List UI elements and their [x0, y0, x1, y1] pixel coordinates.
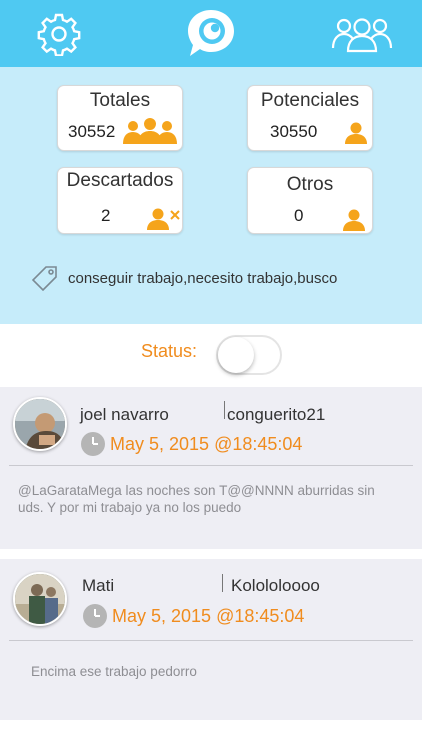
handle-separator	[224, 401, 225, 419]
user-removed-icon	[147, 208, 180, 230]
gear-icon	[37, 13, 81, 56]
card-title: Totales	[89, 90, 151, 111]
status-label: Status:	[141, 341, 198, 361]
avatar	[13, 397, 67, 451]
status-row: Status:	[0, 324, 422, 387]
card-totales[interactable]: Totales 30552	[57, 85, 183, 151]
author-handle[interactable]: Kolololoooo	[231, 576, 320, 596]
avatar	[13, 572, 67, 626]
users-button[interactable]	[330, 13, 394, 53]
top-bar	[0, 0, 422, 67]
handle-separator	[222, 574, 223, 592]
card-value: 0	[294, 206, 304, 225]
card-value: 2	[101, 206, 111, 225]
card-descartados[interactable]: Descartados 2	[57, 167, 183, 234]
author-handle[interactable]: conguerito21	[227, 405, 325, 425]
settings-button[interactable]	[36, 11, 82, 57]
keywords-row[interactable]: conseguir trabajo,necesito trabajo,busco	[32, 263, 402, 293]
card-potenciales[interactable]: Potenciales 30550	[247, 85, 373, 151]
divider	[9, 465, 413, 466]
chat-bubble-eye-logo	[188, 10, 234, 56]
keywords-text: conseguir trabajo,necesito trabajo,busco	[68, 269, 338, 287]
card-value: 30550	[270, 122, 318, 141]
tweet-feed: joel navarro conguerito21 May 5, 2015 @1…	[0, 387, 422, 750]
card-title: Descartados	[66, 170, 174, 191]
tweet-date: May 5, 2015 @18:45:04	[110, 434, 303, 454]
tweet-text: Encima ese trabajo pedorro	[31, 664, 197, 679]
tag-icon	[32, 266, 57, 291]
author-name: joel navarro	[80, 405, 169, 424]
clock-icon	[81, 432, 105, 456]
card-otros[interactable]: Otros 0	[247, 167, 373, 234]
list-item[interactable]: joel navarro conguerito21 May 5, 2015 @1…	[0, 387, 422, 549]
users-group-icon	[123, 118, 177, 144]
stats-panel: Totales 30552 Potenciales 30550 Descarta…	[0, 67, 422, 324]
app-logo	[185, 8, 237, 58]
card-title: Otros	[286, 174, 334, 195]
clock-icon	[83, 604, 107, 628]
card-value: 30552	[68, 122, 116, 141]
card-title: Potenciales	[260, 90, 360, 111]
author-name: Mati	[82, 576, 115, 595]
tweet-text: @LaGarataMega las noches son T@@NNNN abu…	[18, 483, 375, 515]
avatar-photo	[15, 399, 65, 449]
users-group-icon	[331, 18, 393, 53]
avatar-photo	[15, 574, 65, 624]
user-icon	[345, 122, 367, 144]
toggle-knob	[218, 337, 254, 373]
list-item[interactable]: Mati Kolololoooo May 5, 2015 @18:45:04 E…	[0, 559, 422, 720]
status-toggle[interactable]	[216, 335, 282, 375]
divider	[9, 640, 413, 641]
tweet-date: May 5, 2015 @18:45:04	[112, 606, 305, 626]
user-icon	[343, 209, 365, 231]
